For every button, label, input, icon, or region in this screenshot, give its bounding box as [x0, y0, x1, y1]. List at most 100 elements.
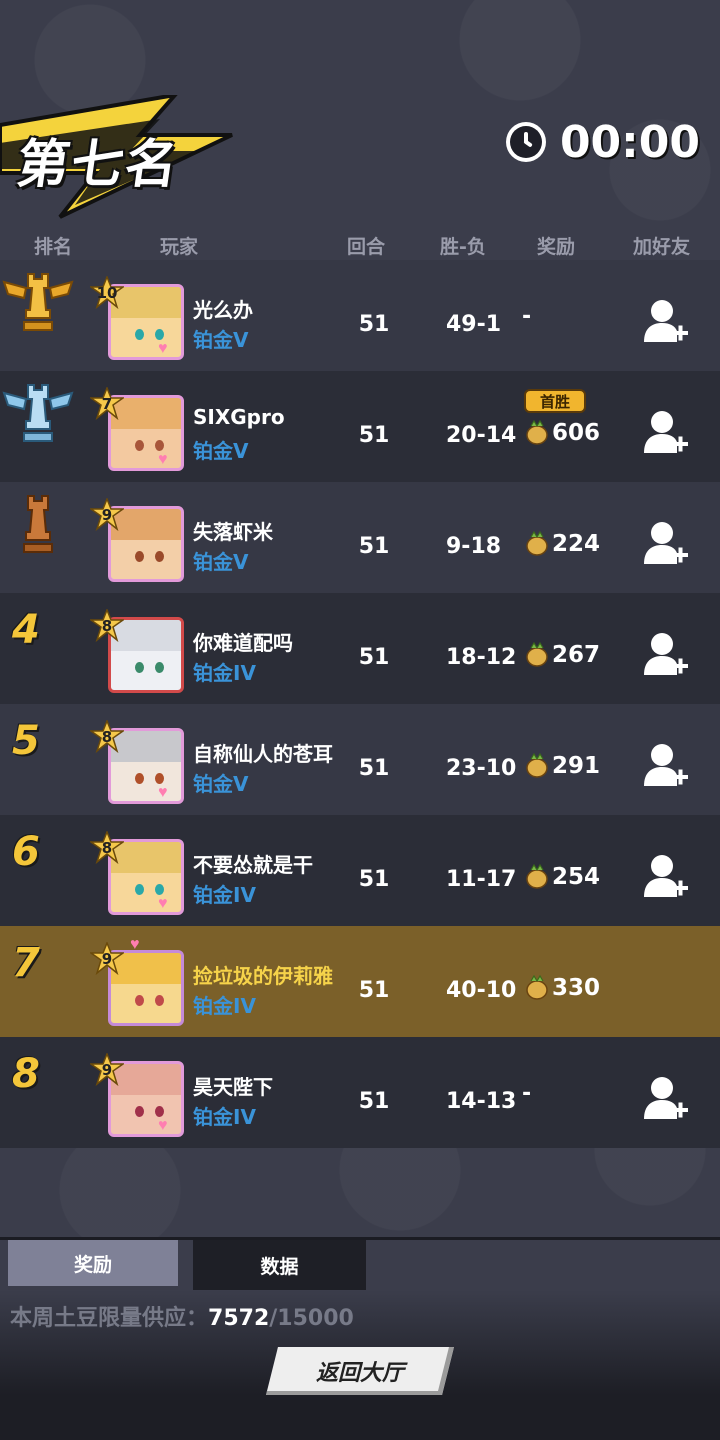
player-name: 捡垃圾的伊莉雅 [193, 964, 333, 988]
reward-amount: 267 [525, 639, 600, 671]
potato-icon [526, 420, 548, 445]
player-avatar[interactable]: 9 ♥ [90, 936, 186, 1028]
reward-value: 267 [552, 642, 601, 668]
table-row: 8 9 ♥ 昊天陛下 铂金IV 51 14-13 - [0, 1037, 720, 1148]
add-friend-icon[interactable] [644, 409, 690, 457]
rank-number: 6 [12, 829, 40, 875]
player-level: 8 [101, 728, 113, 746]
rank-number: 7 [12, 940, 40, 986]
player-level: 9 [101, 506, 113, 524]
potato-icon [526, 642, 548, 667]
heart-icon: ♥ [130, 936, 140, 953]
add-friend-icon[interactable] [644, 298, 690, 346]
rounds-value: 51 [358, 756, 390, 781]
column-player: 玩家 [160, 236, 199, 258]
potato-icon [526, 975, 548, 1000]
win-loss-value: 14-13 [446, 1089, 517, 1114]
table-row: 9 失落虾米 铂金V 51 9-18 224 [0, 482, 720, 593]
column-add-friend: 加好友 [633, 236, 691, 258]
heart-icon: ♥ [158, 895, 168, 912]
supply-total: /15000 [269, 1306, 354, 1331]
potato-supply: 本周土豆限量供应：7572/15000 [10, 1300, 354, 1332]
column-reward: 奖励 [537, 236, 576, 258]
player-tier: 铂金V [193, 550, 249, 574]
column-headers: 排名 玩家 回合 胜-负 奖励 加好友 [0, 228, 720, 260]
add-friend-icon[interactable] [644, 853, 690, 901]
player-tier: 铂金IV [193, 1105, 256, 1129]
rounds-value: 51 [358, 312, 390, 337]
silver-rook-trophy-icon [2, 384, 74, 442]
player-name: 昊天陛下 [193, 1075, 273, 1099]
timer-text: 00:00 [559, 116, 700, 168]
first-win-badge: 首胜 [524, 389, 586, 413]
return-lobby-button[interactable]: 返回大厅 [266, 1347, 454, 1395]
countdown-timer: 00:00 [505, 116, 700, 168]
tab-rewards[interactable]: 奖励 [8, 1240, 178, 1290]
player-name: 失落虾米 [193, 520, 273, 544]
add-friend-icon[interactable] [644, 631, 690, 679]
player-avatar[interactable]: 8 [90, 609, 186, 695]
rank-number: 4 [12, 607, 40, 653]
potato-icon [526, 864, 548, 889]
add-friend-icon[interactable] [644, 520, 690, 568]
table-row: 5 8 ♥ 自称仙人的苍耳 铂金V 51 23-10 291 [0, 704, 720, 815]
rounds-value: 51 [358, 645, 390, 670]
player-name: 不要怂就是干 [193, 853, 313, 877]
player-avatar[interactable]: 8 ♥ [90, 720, 186, 806]
clock-icon [505, 122, 546, 162]
player-level: 8 [101, 617, 113, 635]
reward-value: 330 [552, 975, 601, 1001]
bronze-rook-trophy-icon [23, 495, 53, 553]
reward-value: 291 [552, 753, 601, 779]
rounds-value: 51 [358, 1089, 390, 1114]
heart-icon: ♥ [158, 340, 168, 357]
player-level: 8 [101, 839, 113, 857]
column-rounds: 回合 [347, 236, 386, 258]
heart-icon: ♥ [158, 784, 168, 801]
rounds-value: 51 [358, 423, 390, 448]
player-avatar[interactable]: 10 ♥ [90, 276, 186, 362]
player-tier: 铂金IV [193, 661, 256, 685]
reward-value: 224 [552, 531, 601, 557]
player-level: 10 [96, 284, 118, 302]
player-avatar[interactable]: 9 ♥ [90, 1053, 186, 1139]
player-tier: 铂金V [193, 439, 249, 463]
rounds-value: 51 [358, 978, 390, 1003]
player-name: 光么办 [193, 298, 253, 322]
potato-icon [526, 531, 548, 556]
win-loss-value: 18-12 [446, 645, 517, 670]
column-win-loss: 胜-负 [440, 236, 486, 258]
column-rank: 排名 [34, 236, 73, 258]
player-name: SIXGpro [193, 405, 285, 429]
win-loss-value: 49-1 [446, 312, 502, 337]
reward-value: - [522, 304, 532, 329]
reward-amount: 254 [525, 861, 600, 893]
win-loss-value: 20-14 [446, 423, 517, 448]
player-tier: 铂金V [193, 328, 249, 352]
table-row-self: 7 9 ♥ 捡垃圾的伊莉雅 铂金IV 51 40-10 330 [0, 926, 720, 1037]
potato-icon [526, 753, 548, 778]
tab-data[interactable]: 数据 [193, 1240, 366, 1290]
table-row: 6 8 ♥ 不要怂就是干 铂金IV 51 11-17 254 [0, 815, 720, 926]
rank-number: 8 [12, 1051, 40, 1097]
add-friend-icon[interactable] [644, 742, 690, 790]
player-avatar[interactable]: 7 ♥ [90, 387, 186, 473]
reward-amount: 291 [525, 750, 600, 782]
player-avatar[interactable]: 9 [90, 498, 186, 584]
table-row: 4 8 你难道配吗 铂金IV 51 18-12 267 [0, 593, 720, 704]
player-tier: 铂金IV [193, 883, 256, 907]
return-lobby-label: 返回大厅 [315, 1361, 404, 1386]
reward-amount: 224 [525, 528, 600, 560]
heart-icon: ♥ [158, 451, 168, 468]
rank-number: 5 [12, 718, 40, 764]
player-level: 7 [101, 395, 113, 413]
player-name: 你难道配吗 [193, 631, 293, 655]
rounds-value: 51 [358, 534, 390, 559]
reward-value: 254 [552, 864, 601, 890]
table-row: 7 ♥ SIXGpro 铂金V 51 20-14 首胜 606 [0, 371, 720, 482]
add-friend-icon[interactable] [644, 1075, 690, 1123]
placement-title: 第七名 [13, 135, 184, 195]
player-avatar[interactable]: 8 ♥ [90, 831, 186, 917]
rounds-value: 51 [358, 867, 390, 892]
win-loss-value: 11-17 [446, 867, 517, 892]
